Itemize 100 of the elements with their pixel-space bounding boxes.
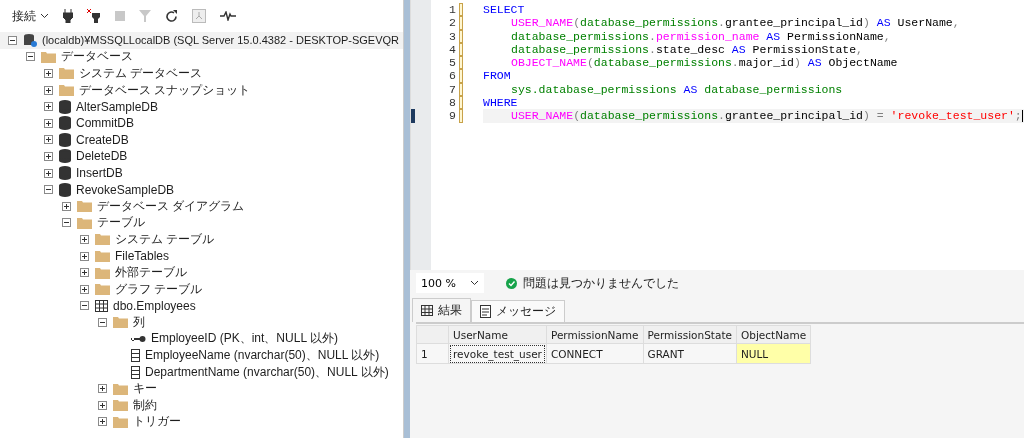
- expand-toggle[interactable]: [44, 69, 53, 78]
- collapse-toggle[interactable]: [98, 317, 107, 327]
- tree-item[interactable]: DeleteDB: [76, 149, 128, 164]
- collapse-toggle[interactable]: [62, 218, 71, 228]
- tree-item[interactable]: DepartmentName (nvarchar(50)、NULL 以外): [145, 363, 389, 381]
- collapse-toggle[interactable]: [26, 52, 35, 62]
- database-icon: [59, 99, 71, 114]
- column-header[interactable]: PermissionState: [643, 325, 737, 344]
- tree-item[interactable]: AlterSampleDB: [76, 99, 159, 114]
- document-icon: [480, 305, 491, 318]
- tree-item[interactable]: 列: [133, 313, 145, 331]
- expand-toggle[interactable]: [98, 417, 107, 427]
- folder-icon: [59, 84, 74, 97]
- line-number: 5: [448, 56, 457, 70]
- expand-toggle[interactable]: [80, 284, 89, 294]
- expand-toggle[interactable]: [80, 268, 89, 278]
- expand-toggle[interactable]: [44, 102, 53, 112]
- expand-toggle[interactable]: [44, 151, 53, 161]
- tree-item[interactable]: EmployeeName (nvarchar(50)、NULL 以外): [145, 347, 380, 365]
- column-header[interactable]: PermissionName: [546, 325, 644, 344]
- tree-item[interactable]: データベース: [61, 48, 133, 66]
- line-number: 2: [448, 16, 457, 30]
- tree-item[interactable]: データベース スナップショット: [79, 81, 251, 99]
- tree-item[interactable]: CreateDB: [76, 132, 129, 147]
- code-line: OBJECT_NAME(database_permissions.major_id) AS ObjectName: [510, 56, 899, 70]
- tree-item[interactable]: RevokeSampleDB: [76, 182, 175, 197]
- collapse-toggle[interactable]: [44, 185, 53, 195]
- tree-item[interactable]: EmployeeID (PK、int、NULL 以外): [151, 330, 338, 348]
- expand-toggle[interactable]: [62, 201, 71, 211]
- line-number: 3: [448, 29, 457, 43]
- code-line: USER_NAME(database_permissions.grantee_principal_id) AS UserName,: [510, 16, 961, 30]
- folder-icon: [113, 382, 128, 395]
- tree-item[interactable]: CommitDB: [76, 116, 134, 131]
- folder-icon: [59, 67, 74, 80]
- database-icon: [59, 166, 71, 181]
- zoom-dropdown[interactable]: 100 %: [416, 273, 484, 293]
- database-icon: [59, 149, 71, 164]
- code-line: FROM: [483, 69, 512, 83]
- row-number: 1: [416, 343, 449, 364]
- tree-item[interactable]: システム データベース: [79, 65, 203, 82]
- collapse-toggle[interactable]: [80, 301, 89, 311]
- result-tab[interactable]: メッセージ: [471, 300, 565, 322]
- expand-toggle[interactable]: [44, 85, 53, 95]
- folder-icon: [95, 250, 110, 262]
- expand-toggle[interactable]: [80, 234, 89, 244]
- database-icon: [59, 116, 71, 131]
- key-icon: [131, 335, 146, 343]
- expand-toggle[interactable]: [80, 251, 89, 261]
- grid-icon: [421, 305, 433, 316]
- disconnect-icon[interactable]: [87, 9, 101, 23]
- expand-toggle[interactable]: [44, 118, 53, 128]
- tree-item[interactable]: キー: [133, 380, 157, 398]
- line-number: 1: [448, 3, 457, 17]
- code-line: database_permissions.state_desc AS PermissionState,: [510, 42, 864, 57]
- tree-item[interactable]: dbo.Employees: [113, 298, 196, 313]
- line-number: 7: [448, 82, 457, 97]
- folder-icon: [77, 200, 92, 213]
- column-header[interactable]: UserName: [448, 325, 547, 344]
- folder-icon: [113, 316, 128, 329]
- status-message: 問題は見つかりませんでした: [523, 274, 679, 292]
- folder-icon: [77, 216, 92, 229]
- server-icon: [23, 33, 37, 48]
- code-line: database_permissions.permission_name AS PermissionName,: [510, 29, 892, 43]
- tree-item[interactable]: グラフ テーブル: [115, 280, 203, 298]
- expand-toggle[interactable]: [98, 400, 107, 410]
- code-line: WHERE: [483, 96, 519, 110]
- plug-icon[interactable]: [63, 9, 73, 23]
- check-circle-icon: [506, 277, 517, 289]
- line-number: 8: [448, 96, 457, 110]
- tree-item[interactable]: 外部テーブル: [115, 264, 187, 282]
- chevron-down-icon: [470, 280, 479, 286]
- column-header[interactable]: ObjectName: [736, 325, 811, 344]
- line-number: 6: [448, 69, 457, 83]
- tree-item[interactable]: トリガー: [133, 413, 181, 431]
- column-icon: [131, 349, 140, 363]
- expand-toggle[interactable]: [98, 384, 107, 394]
- tree-item[interactable]: データベース ダイアグラム: [97, 197, 245, 215]
- folder-icon: [95, 266, 110, 279]
- tree-item[interactable]: テーブル: [97, 214, 145, 232]
- connect-dropdown[interactable]: 接続: [12, 7, 49, 25]
- activity-icon[interactable]: [220, 11, 236, 21]
- refresh-icon[interactable]: [165, 9, 178, 23]
- tree-item[interactable]: InsertDB: [76, 166, 123, 181]
- line-number: 4: [448, 42, 457, 57]
- line-number: 9: [448, 109, 457, 123]
- database-icon: [59, 132, 71, 147]
- database-icon: [59, 182, 71, 197]
- folder-icon: [95, 283, 110, 296]
- chevron-down-icon: [40, 13, 49, 19]
- tree-item[interactable]: 制約: [133, 396, 157, 414]
- folder-icon: [95, 233, 110, 246]
- collapse-toggle[interactable]: [8, 35, 17, 45]
- expand-toggle[interactable]: [44, 135, 53, 145]
- table-icon: [95, 299, 108, 312]
- column-icon: [131, 365, 140, 379]
- tree-item[interactable]: FileTables: [115, 249, 170, 263]
- folder-icon: [113, 399, 128, 412]
- result-tab[interactable]: 結果: [412, 298, 471, 322]
- expand-toggle[interactable]: [44, 168, 53, 178]
- tree-item[interactable]: システム テーブル: [115, 230, 215, 248]
